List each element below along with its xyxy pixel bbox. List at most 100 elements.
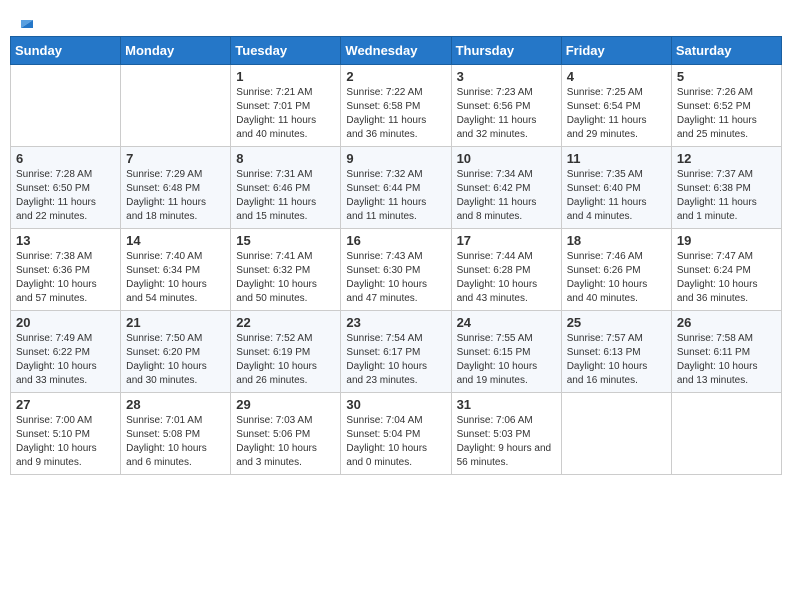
calendar-cell: 18 Sunrise: 7:46 AMSunset: 6:26 PMDaylig… xyxy=(561,229,671,311)
calendar-cell: 14 Sunrise: 7:40 AMSunset: 6:34 PMDaylig… xyxy=(121,229,231,311)
cell-info: Sunrise: 7:29 AMSunset: 6:48 PMDaylight:… xyxy=(126,169,206,222)
cell-info: Sunrise: 7:38 AMSunset: 6:36 PMDaylight:… xyxy=(16,251,97,304)
calendar-cell: 28 Sunrise: 7:01 AMSunset: 5:08 PMDaylig… xyxy=(121,393,231,475)
weekday-header-row: SundayMondayTuesdayWednesdayThursdayFrid… xyxy=(11,37,782,65)
day-number: 22 xyxy=(236,315,335,330)
calendar-cell: 10 Sunrise: 7:34 AMSunset: 6:42 PMDaylig… xyxy=(451,147,561,229)
day-number: 27 xyxy=(16,397,115,412)
cell-info: Sunrise: 7:25 AMSunset: 6:54 PMDaylight:… xyxy=(567,87,647,140)
calendar-cell: 4 Sunrise: 7:25 AMSunset: 6:54 PMDayligh… xyxy=(561,65,671,147)
calendar-cell: 9 Sunrise: 7:32 AMSunset: 6:44 PMDayligh… xyxy=(341,147,451,229)
cell-info: Sunrise: 7:57 AMSunset: 6:13 PMDaylight:… xyxy=(567,333,648,386)
day-number: 5 xyxy=(677,69,776,84)
day-number: 6 xyxy=(16,151,115,166)
cell-info: Sunrise: 7:34 AMSunset: 6:42 PMDaylight:… xyxy=(457,169,537,222)
cell-info: Sunrise: 7:06 AMSunset: 5:03 PMDaylight:… xyxy=(457,415,552,468)
day-number: 19 xyxy=(677,233,776,248)
calendar-week-row: 6 Sunrise: 7:28 AMSunset: 6:50 PMDayligh… xyxy=(11,147,782,229)
weekday-header-thursday: Thursday xyxy=(451,37,561,65)
day-number: 3 xyxy=(457,69,556,84)
calendar-cell: 15 Sunrise: 7:41 AMSunset: 6:32 PMDaylig… xyxy=(231,229,341,311)
cell-info: Sunrise: 7:32 AMSunset: 6:44 PMDaylight:… xyxy=(346,169,426,222)
weekday-header-saturday: Saturday xyxy=(671,37,781,65)
day-number: 18 xyxy=(567,233,666,248)
day-number: 20 xyxy=(16,315,115,330)
cell-info: Sunrise: 7:04 AMSunset: 5:04 PMDaylight:… xyxy=(346,415,427,468)
cell-info: Sunrise: 7:50 AMSunset: 6:20 PMDaylight:… xyxy=(126,333,207,386)
day-number: 9 xyxy=(346,151,445,166)
day-number: 14 xyxy=(126,233,225,248)
cell-info: Sunrise: 7:58 AMSunset: 6:11 PMDaylight:… xyxy=(677,333,758,386)
calendar-cell: 13 Sunrise: 7:38 AMSunset: 6:36 PMDaylig… xyxy=(11,229,121,311)
day-number: 1 xyxy=(236,69,335,84)
calendar-cell xyxy=(671,393,781,475)
weekday-header-sunday: Sunday xyxy=(11,37,121,65)
cell-info: Sunrise: 7:46 AMSunset: 6:26 PMDaylight:… xyxy=(567,251,648,304)
calendar-cell xyxy=(11,65,121,147)
cell-info: Sunrise: 7:41 AMSunset: 6:32 PMDaylight:… xyxy=(236,251,317,304)
calendar-week-row: 1 Sunrise: 7:21 AMSunset: 7:01 PMDayligh… xyxy=(11,65,782,147)
cell-info: Sunrise: 7:54 AMSunset: 6:17 PMDaylight:… xyxy=(346,333,427,386)
calendar-cell: 11 Sunrise: 7:35 AMSunset: 6:40 PMDaylig… xyxy=(561,147,671,229)
calendar-cell: 12 Sunrise: 7:37 AMSunset: 6:38 PMDaylig… xyxy=(671,147,781,229)
cell-info: Sunrise: 7:44 AMSunset: 6:28 PMDaylight:… xyxy=(457,251,538,304)
calendar-cell: 21 Sunrise: 7:50 AMSunset: 6:20 PMDaylig… xyxy=(121,311,231,393)
weekday-header-monday: Monday xyxy=(121,37,231,65)
cell-info: Sunrise: 7:00 AMSunset: 5:10 PMDaylight:… xyxy=(16,415,97,468)
weekday-header-tuesday: Tuesday xyxy=(231,37,341,65)
logo-icon xyxy=(15,10,37,32)
calendar-cell: 27 Sunrise: 7:00 AMSunset: 5:10 PMDaylig… xyxy=(11,393,121,475)
logo xyxy=(14,10,38,28)
day-number: 31 xyxy=(457,397,556,412)
calendar-cell: 1 Sunrise: 7:21 AMSunset: 7:01 PMDayligh… xyxy=(231,65,341,147)
day-number: 12 xyxy=(677,151,776,166)
calendar-cell: 7 Sunrise: 7:29 AMSunset: 6:48 PMDayligh… xyxy=(121,147,231,229)
calendar-cell: 23 Sunrise: 7:54 AMSunset: 6:17 PMDaylig… xyxy=(341,311,451,393)
calendar-cell: 5 Sunrise: 7:26 AMSunset: 6:52 PMDayligh… xyxy=(671,65,781,147)
calendar-week-row: 13 Sunrise: 7:38 AMSunset: 6:36 PMDaylig… xyxy=(11,229,782,311)
calendar-cell: 22 Sunrise: 7:52 AMSunset: 6:19 PMDaylig… xyxy=(231,311,341,393)
day-number: 17 xyxy=(457,233,556,248)
day-number: 24 xyxy=(457,315,556,330)
cell-info: Sunrise: 7:31 AMSunset: 6:46 PMDaylight:… xyxy=(236,169,316,222)
cell-info: Sunrise: 7:37 AMSunset: 6:38 PMDaylight:… xyxy=(677,169,757,222)
calendar-cell: 19 Sunrise: 7:47 AMSunset: 6:24 PMDaylig… xyxy=(671,229,781,311)
cell-info: Sunrise: 7:49 AMSunset: 6:22 PMDaylight:… xyxy=(16,333,97,386)
day-number: 29 xyxy=(236,397,335,412)
cell-info: Sunrise: 7:55 AMSunset: 6:15 PMDaylight:… xyxy=(457,333,538,386)
day-number: 26 xyxy=(677,315,776,330)
cell-info: Sunrise: 7:28 AMSunset: 6:50 PMDaylight:… xyxy=(16,169,96,222)
calendar-cell: 6 Sunrise: 7:28 AMSunset: 6:50 PMDayligh… xyxy=(11,147,121,229)
calendar-week-row: 27 Sunrise: 7:00 AMSunset: 5:10 PMDaylig… xyxy=(11,393,782,475)
cell-info: Sunrise: 7:43 AMSunset: 6:30 PMDaylight:… xyxy=(346,251,427,304)
calendar-cell: 20 Sunrise: 7:49 AMSunset: 6:22 PMDaylig… xyxy=(11,311,121,393)
cell-info: Sunrise: 7:40 AMSunset: 6:34 PMDaylight:… xyxy=(126,251,207,304)
day-number: 21 xyxy=(126,315,225,330)
day-number: 16 xyxy=(346,233,445,248)
calendar-cell: 2 Sunrise: 7:22 AMSunset: 6:58 PMDayligh… xyxy=(341,65,451,147)
day-number: 7 xyxy=(126,151,225,166)
calendar-cell xyxy=(121,65,231,147)
cell-info: Sunrise: 7:35 AMSunset: 6:40 PMDaylight:… xyxy=(567,169,647,222)
cell-info: Sunrise: 7:52 AMSunset: 6:19 PMDaylight:… xyxy=(236,333,317,386)
calendar-cell: 17 Sunrise: 7:44 AMSunset: 6:28 PMDaylig… xyxy=(451,229,561,311)
day-number: 13 xyxy=(16,233,115,248)
calendar-cell: 16 Sunrise: 7:43 AMSunset: 6:30 PMDaylig… xyxy=(341,229,451,311)
calendar-cell: 3 Sunrise: 7:23 AMSunset: 6:56 PMDayligh… xyxy=(451,65,561,147)
calendar-week-row: 20 Sunrise: 7:49 AMSunset: 6:22 PMDaylig… xyxy=(11,311,782,393)
calendar-cell: 29 Sunrise: 7:03 AMSunset: 5:06 PMDaylig… xyxy=(231,393,341,475)
calendar-cell: 25 Sunrise: 7:57 AMSunset: 6:13 PMDaylig… xyxy=(561,311,671,393)
day-number: 10 xyxy=(457,151,556,166)
weekday-header-friday: Friday xyxy=(561,37,671,65)
day-number: 30 xyxy=(346,397,445,412)
weekday-header-wednesday: Wednesday xyxy=(341,37,451,65)
calendar-table: SundayMondayTuesdayWednesdayThursdayFrid… xyxy=(10,36,782,475)
day-number: 8 xyxy=(236,151,335,166)
calendar-cell: 26 Sunrise: 7:58 AMSunset: 6:11 PMDaylig… xyxy=(671,311,781,393)
calendar-cell: 8 Sunrise: 7:31 AMSunset: 6:46 PMDayligh… xyxy=(231,147,341,229)
page-header xyxy=(10,10,782,28)
cell-info: Sunrise: 7:21 AMSunset: 7:01 PMDaylight:… xyxy=(236,87,316,140)
cell-info: Sunrise: 7:23 AMSunset: 6:56 PMDaylight:… xyxy=(457,87,537,140)
day-number: 25 xyxy=(567,315,666,330)
day-number: 23 xyxy=(346,315,445,330)
